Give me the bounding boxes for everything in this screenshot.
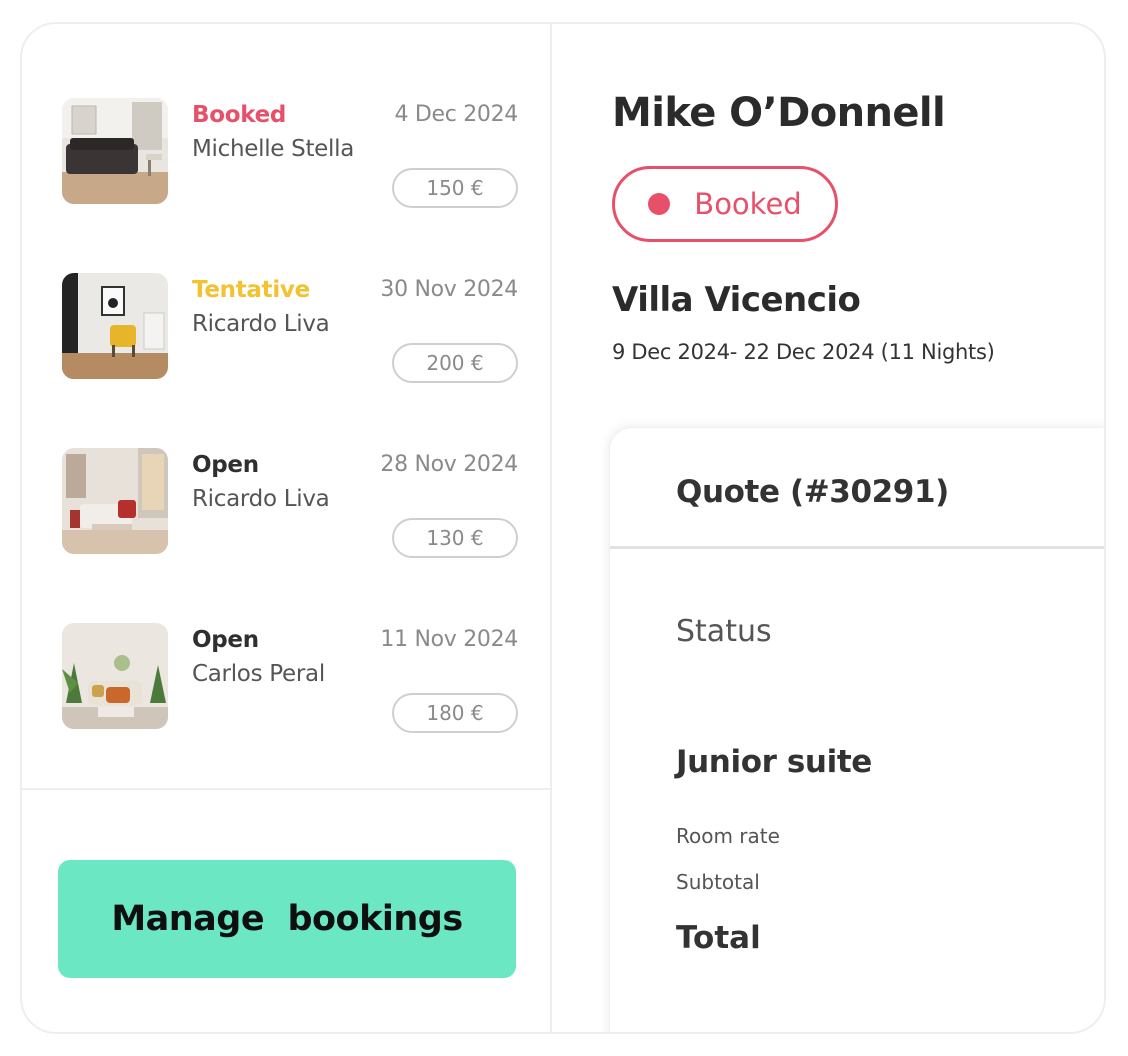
- booking-status: Booked: [192, 102, 287, 128]
- property-thumbnail: [62, 98, 168, 204]
- detail-status-label: Booked: [694, 187, 802, 221]
- booking-guest-name: Carlos Peral: [192, 661, 325, 687]
- quote-status-label: Status: [676, 614, 772, 649]
- property-thumbnail: [62, 623, 168, 729]
- booking-list-item[interactable]: Booked Michelle Stella 4 Dec 2024 150 €: [62, 98, 518, 208]
- booking-status: Tentative: [192, 277, 310, 303]
- detail-guest-name: Mike O’Donnell: [612, 90, 946, 136]
- booking-price-badge: 150 €: [392, 168, 518, 208]
- booking-list-item[interactable]: Open Carlos Peral 11 Nov 2024 180 €: [62, 623, 518, 733]
- booking-status: Open: [192, 452, 259, 478]
- booking-list-item[interactable]: Tentative Ricardo Liva 30 Nov 2024 200 €: [62, 273, 518, 383]
- booking-guest-name: Michelle Stella: [192, 136, 354, 162]
- booking-guest-name: Ricardo Liva: [192, 311, 330, 337]
- detail-stay-dates: 9 Dec 2024- 22 Dec 2024 (11 Nights): [612, 340, 995, 364]
- property-thumbnail: [62, 448, 168, 554]
- quote-title: Quote (#30291): [676, 474, 949, 510]
- detail-property-name: Villa Vicencio: [612, 280, 861, 320]
- property-thumbnail: [62, 273, 168, 379]
- booking-price-badge: 130 €: [392, 518, 518, 558]
- bookings-card: Booked Michelle Stella 4 Dec 2024 150 €: [20, 22, 1106, 1034]
- detail-status-badge: Booked: [612, 166, 838, 242]
- manage-bookings-button[interactable]: Manage bookings: [58, 860, 516, 978]
- booking-date: 11 Nov 2024: [380, 627, 518, 652]
- booking-price-badge: 180 €: [392, 693, 518, 733]
- booking-date: 28 Nov 2024: [380, 452, 518, 477]
- status-dot-icon: [648, 193, 671, 215]
- booking-guest-name: Ricardo Liva: [192, 486, 330, 512]
- booking-detail-panel: Mike O’Donnell Booked Villa Vicencio 9 D…: [552, 24, 1104, 1032]
- booking-date: 30 Nov 2024: [380, 277, 518, 302]
- quote-divider: [610, 546, 1104, 549]
- booking-list-panel: Booked Michelle Stella 4 Dec 2024 150 €: [22, 24, 552, 1032]
- booking-status: Open: [192, 627, 259, 653]
- quote-card: Quote (#30291) Status Junior suite Room …: [610, 428, 1104, 1032]
- panel-divider: [22, 788, 550, 790]
- booking-list-item[interactable]: Open Ricardo Liva 28 Nov 2024 130 €: [62, 448, 518, 558]
- quote-total-label: Total: [676, 920, 761, 956]
- quote-room-type: Junior suite: [676, 744, 872, 780]
- booking-price-badge: 200 €: [392, 343, 518, 383]
- quote-subtotal-label: Subtotal: [676, 870, 760, 894]
- quote-room-rate-label: Room rate: [676, 824, 780, 848]
- booking-date: 4 Dec 2024: [394, 102, 518, 127]
